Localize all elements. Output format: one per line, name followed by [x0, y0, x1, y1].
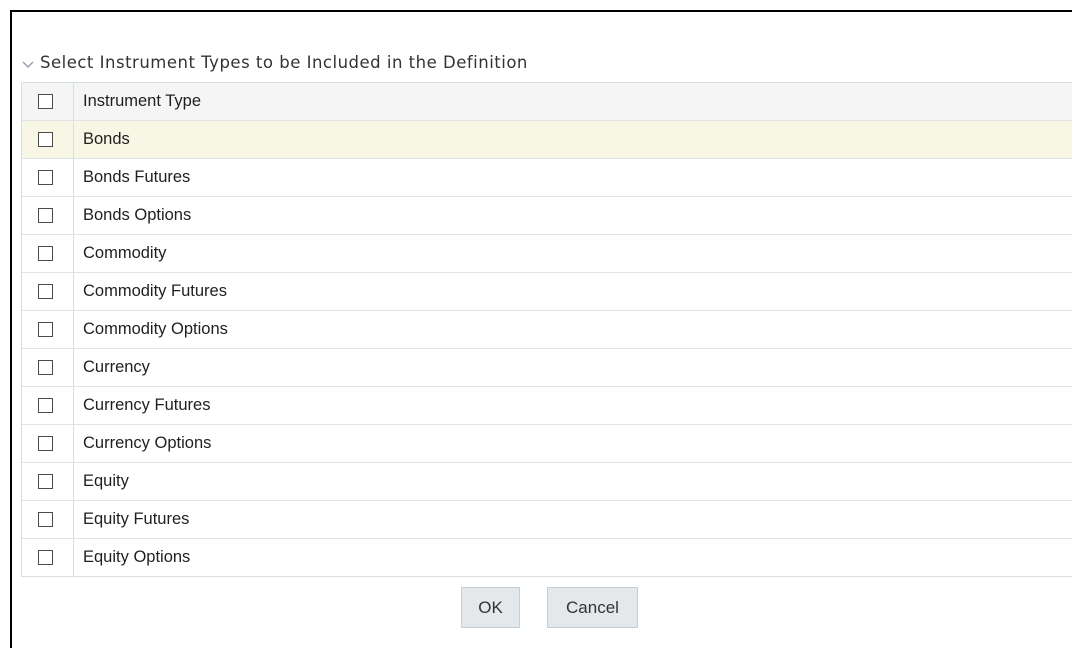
table-row[interactable]: Bonds	[22, 120, 1072, 158]
row-checkbox[interactable]	[38, 322, 53, 337]
select-all-cell	[22, 83, 74, 120]
instrument-type-label: Equity Options	[83, 548, 191, 566]
row-checkbox[interactable]	[38, 436, 53, 451]
row-checkbox-cell	[22, 273, 74, 310]
section-header[interactable]: Select Instrument Types to be Included i…	[21, 51, 528, 73]
instrument-type-label: Currency Options	[83, 434, 212, 452]
table-row[interactable]: Bonds Futures	[22, 158, 1072, 196]
button-bar: OK Cancel	[0, 587, 1072, 628]
row-checkbox-cell	[22, 425, 74, 462]
instrument-type-label: Commodity Futures	[83, 282, 227, 300]
table-row[interactable]: Commodity Futures	[22, 272, 1072, 310]
table-row[interactable]: Currency	[22, 348, 1072, 386]
table-header-row: Instrument Type	[22, 82, 1072, 120]
column-header-instrument-type[interactable]: Instrument Type	[74, 83, 1072, 120]
row-checkbox[interactable]	[38, 360, 53, 375]
row-checkbox-cell	[22, 121, 74, 158]
instrument-type-label: Commodity	[83, 244, 167, 262]
select-all-checkbox[interactable]	[38, 94, 53, 109]
row-checkbox[interactable]	[38, 246, 53, 261]
table-row[interactable]: Commodity	[22, 234, 1072, 272]
row-checkbox[interactable]	[38, 208, 53, 223]
row-checkbox[interactable]	[38, 132, 53, 147]
row-checkbox-cell	[22, 311, 74, 348]
row-checkbox-cell	[22, 501, 74, 538]
instrument-type-label: Bonds Options	[83, 206, 192, 224]
table-row[interactable]: Equity Options	[22, 538, 1072, 576]
table-row[interactable]: Currency Futures	[22, 386, 1072, 424]
instrument-type-label: Commodity Options	[83, 320, 228, 338]
row-checkbox[interactable]	[38, 398, 53, 413]
instrument-type-label: Bonds	[83, 130, 130, 148]
section-title: Select Instrument Types to be Included i…	[40, 52, 528, 72]
row-checkbox-cell	[22, 387, 74, 424]
instrument-type-label: Currency	[83, 358, 150, 376]
row-checkbox[interactable]	[38, 550, 53, 565]
table-row[interactable]: Commodity Options	[22, 310, 1072, 348]
row-checkbox-cell	[22, 349, 74, 386]
instrument-type-label: Currency Futures	[83, 396, 211, 414]
row-checkbox-cell	[22, 159, 74, 196]
table-row[interactable]: Bonds Options	[22, 196, 1072, 234]
instrument-type-label: Equity Futures	[83, 510, 190, 528]
row-checkbox-cell	[22, 197, 74, 234]
instrument-type-label: Bonds Futures	[83, 168, 191, 186]
row-checkbox[interactable]	[38, 170, 53, 185]
row-checkbox[interactable]	[38, 474, 53, 489]
ok-button[interactable]: OK	[461, 587, 520, 628]
instrument-type-table: Instrument Type Bonds Bonds Futures Bonds …	[21, 82, 1072, 577]
chevron-down-icon[interactable]	[21, 57, 35, 71]
row-checkbox[interactable]	[38, 284, 53, 299]
row-checkbox-cell	[22, 235, 74, 272]
table-row[interactable]: Currency Options	[22, 424, 1072, 462]
cancel-button[interactable]: Cancel	[547, 587, 638, 628]
row-checkbox-cell	[22, 539, 74, 576]
table-row[interactable]: Equity	[22, 462, 1072, 500]
instrument-type-label: Equity	[83, 472, 129, 490]
row-checkbox[interactable]	[38, 512, 53, 527]
table-row[interactable]: Equity Futures	[22, 500, 1072, 538]
row-checkbox-cell	[22, 463, 74, 500]
